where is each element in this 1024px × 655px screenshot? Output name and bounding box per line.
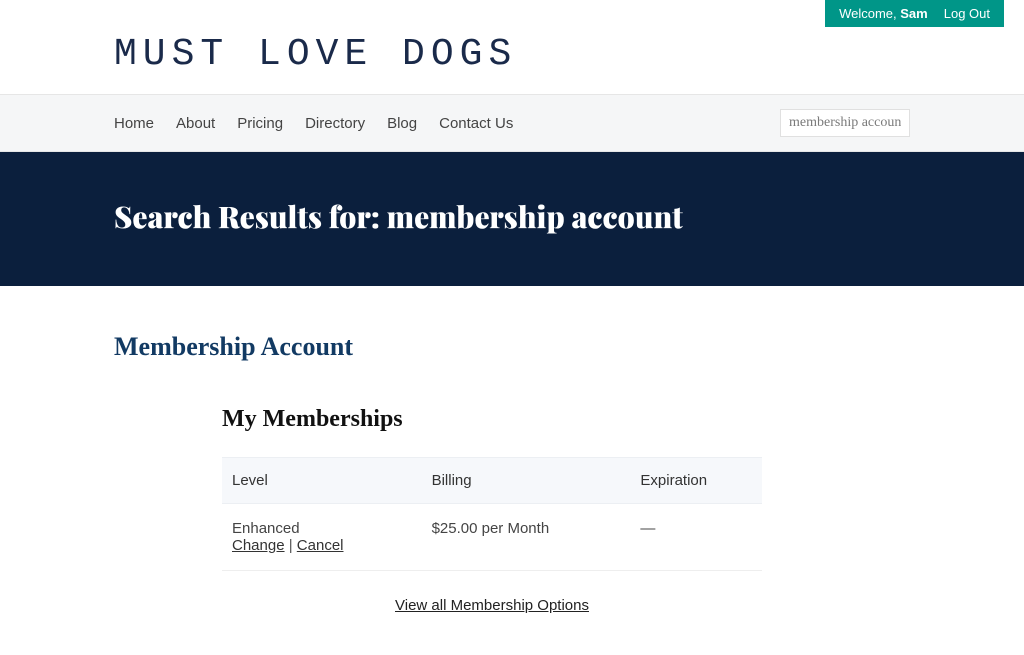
nav-bar: Home About Pricing Directory Blog Contac… — [0, 94, 1024, 152]
hero-banner: Search Results for: membership account — [0, 152, 1024, 286]
level-name: Enhanced — [232, 520, 412, 537]
welcome-prefix: Welcome, — [839, 6, 900, 21]
view-all-link[interactable]: View all Membership Options — [395, 597, 589, 614]
row-actions: Change | Cancel — [232, 537, 412, 554]
nav-item-about[interactable]: About — [176, 115, 215, 132]
search-input[interactable] — [780, 109, 910, 137]
cell-billing: $25.00 per Month — [422, 504, 631, 571]
main-content: Membership Account My Memberships Level … — [0, 286, 1024, 655]
welcome-text: Welcome, Sam — [839, 6, 928, 21]
cell-expiration: — — [630, 504, 762, 571]
col-expiration: Expiration — [630, 458, 762, 504]
nav-item-contact[interactable]: Contact Us — [439, 115, 513, 132]
table-row: Enhanced Change | Cancel $25.00 per Mont… — [222, 504, 762, 571]
logout-link[interactable]: Log Out — [944, 6, 990, 21]
page-title: Search Results for: membership account — [114, 196, 910, 236]
col-level: Level — [222, 458, 422, 504]
nav-item-pricing[interactable]: Pricing — [237, 115, 283, 132]
memberships-table: Level Billing Expiration Enhanced Change… — [222, 457, 762, 571]
top-user-bar: Welcome, Sam Log Out — [0, 0, 1024, 27]
nav-item-home[interactable]: Home — [114, 115, 154, 132]
welcome-name: Sam — [900, 6, 927, 21]
memberships-section: My Memberships Level Billing Expiration … — [222, 406, 762, 615]
cell-level: Enhanced Change | Cancel — [222, 504, 422, 571]
user-pill: Welcome, Sam Log Out — [825, 0, 1004, 27]
content-heading: Membership Account — [114, 332, 910, 362]
nav-links: Home About Pricing Directory Blog Contac… — [114, 115, 513, 132]
header: MUST LOVE DOGS — [94, 27, 930, 94]
table-header-row: Level Billing Expiration — [222, 458, 762, 504]
change-link[interactable]: Change — [232, 537, 285, 554]
site-logo[interactable]: MUST LOVE DOGS — [114, 33, 910, 76]
nav-item-blog[interactable]: Blog — [387, 115, 417, 132]
col-billing: Billing — [422, 458, 631, 504]
view-all-wrap: View all Membership Options — [222, 597, 762, 615]
nav-item-directory[interactable]: Directory — [305, 115, 365, 132]
cancel-link[interactable]: Cancel — [297, 537, 344, 554]
action-separator: | — [289, 537, 297, 554]
memberships-heading: My Memberships — [222, 406, 762, 433]
